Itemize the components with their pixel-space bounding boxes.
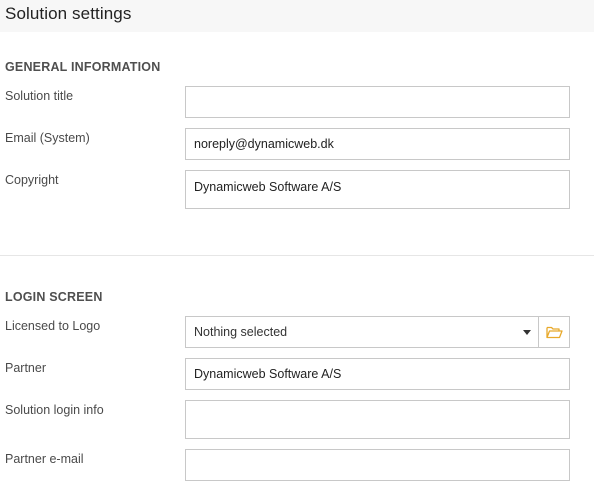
browse-folder-button[interactable] <box>538 316 570 348</box>
email-system-label: Email (System) <box>5 131 90 145</box>
page-title: Solution settings <box>5 4 132 23</box>
partner-label: Partner <box>5 361 46 375</box>
solution-title-label: Solution title <box>5 89 74 103</box>
partner-email-label: Partner e-mail <box>5 452 84 466</box>
partner-email-input[interactable] <box>185 449 570 481</box>
section-divider <box>0 255 594 256</box>
copyright-textarea[interactable]: Dynamicweb Software A/S <box>185 170 570 209</box>
licensed-to-logo-value: Nothing selected <box>194 325 288 339</box>
solution-title-input[interactable] <box>185 86 570 118</box>
login-screen-heading: LOGIN SCREEN <box>5 290 103 304</box>
general-information-heading: GENERAL INFORMATION <box>5 60 161 74</box>
licensed-to-logo-select[interactable]: Nothing selected <box>185 316 539 348</box>
caret-down-icon <box>523 330 531 335</box>
email-system-input[interactable]: noreply@dynamicweb.dk <box>185 128 570 160</box>
folder-open-icon <box>545 326 563 339</box>
page-header: Solution settings <box>0 0 594 32</box>
partner-input[interactable]: Dynamicweb Software A/S <box>185 358 570 390</box>
copyright-label: Copyright <box>5 173 59 187</box>
solution-login-info-textarea[interactable] <box>185 400 570 439</box>
licensed-to-logo-label: Licensed to Logo <box>5 319 101 333</box>
solution-login-info-label: Solution login info <box>5 403 104 417</box>
